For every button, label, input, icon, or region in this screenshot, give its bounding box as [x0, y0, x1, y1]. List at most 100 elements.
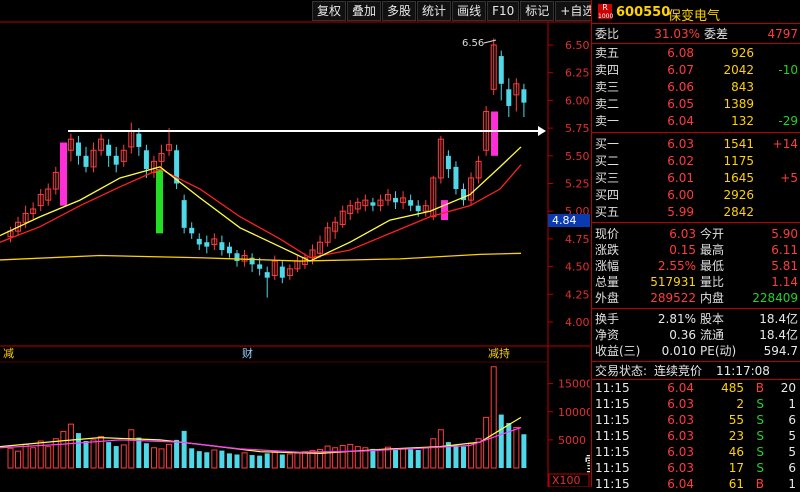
- volume-unit-label: X100: [552, 474, 581, 487]
- ask-row[interactable]: 卖一 6.04 132 -29: [592, 113, 800, 129]
- volume-bar: [166, 443, 173, 469]
- bid-row[interactable]: 买一 6.03 1541 +14: [592, 136, 800, 152]
- stock-code: 600550: [616, 5, 671, 20]
- price-tick-label: 5.75: [565, 122, 590, 135]
- quote-row: 总量 517931 量比 1.14: [595, 275, 798, 289]
- bid-row[interactable]: 买五 5.99 2842: [592, 204, 800, 220]
- volume-bar: [513, 427, 520, 469]
- volume-bar: [136, 437, 142, 468]
- stock-badge: R 1000: [598, 3, 614, 20]
- toolbar-button-0[interactable]: 复权: [312, 1, 347, 21]
- volume-bar: [150, 447, 157, 469]
- volume-bar: [286, 453, 293, 469]
- toolbar-button-3[interactable]: 统计: [417, 1, 452, 21]
- highlight-candle: [156, 169, 163, 234]
- volume-tick-label: 10000: [558, 406, 590, 419]
- current-price-marker-label: 4.84: [552, 214, 577, 227]
- toolbar-button-1[interactable]: 叠加: [347, 1, 382, 21]
- trade-row: 11:15 6.03 46 S 5: [595, 445, 796, 459]
- bid-row[interactable]: 买二 6.02 1175: [592, 153, 800, 169]
- volume-bar: [332, 447, 339, 469]
- toolbar-button-5[interactable]: F10: [487, 1, 520, 21]
- volume-bar: [324, 445, 331, 469]
- candle-body: [370, 202, 376, 206]
- volume-bar: [437, 429, 444, 469]
- watermark-text: 雪球：郑金飞霏: [584, 452, 590, 476]
- volume-bar: [106, 442, 112, 468]
- fund-row: 净资 0.36 流通 18.4亿: [595, 328, 798, 342]
- volume-bar: [83, 441, 89, 468]
- volume-bar: [211, 449, 218, 469]
- trade-row: 11:15 6.04 485 B 20: [595, 381, 796, 395]
- price-tick-label: 4.75: [565, 233, 590, 246]
- weibi-row: 委比 31.03% 委差 4797: [595, 27, 798, 41]
- kline-chart-svg[interactable]: 6.506.256.005.755.505.255.004.754.504.25…: [0, 0, 724, 488]
- volume-bar: [45, 446, 52, 469]
- candle-body: [506, 89, 512, 106]
- peak-price-label: 6.56: [462, 38, 484, 49]
- kline-chart-area[interactable]: 6.50 6.25 6.00 5.75 5.50 5.25 5.00 4.75 4.50 4.25…: [0, 0, 724, 488]
- marker-reduce-left: 减: [3, 347, 14, 360]
- ask-row[interactable]: 卖五 6.08 926: [592, 45, 800, 61]
- price-tick-label: 6.25: [565, 67, 590, 80]
- volume-bar: [204, 452, 210, 468]
- candle-body: [498, 56, 504, 84]
- volume-bar: [241, 452, 248, 469]
- volume-bar: [113, 446, 119, 468]
- volume-bar: [226, 453, 232, 468]
- candle-body: [181, 200, 187, 228]
- volume-bar: [158, 448, 165, 469]
- price-tick-label: 4.25: [565, 288, 590, 301]
- candle-body: [143, 150, 149, 170]
- toolbar-button-6[interactable]: 标记: [520, 1, 555, 21]
- toolbar-button-2[interactable]: 多股: [382, 1, 417, 21]
- volume-bar: [347, 443, 354, 469]
- price-tick-label: 5.25: [565, 178, 590, 191]
- volume-bar: [422, 447, 429, 469]
- candle-body: [106, 144, 112, 156]
- price-tick-label: 5.50: [565, 150, 590, 163]
- candle-body: [219, 242, 225, 250]
- volume-bar: [408, 449, 414, 468]
- toolbar-button-4[interactable]: 画线: [452, 1, 487, 21]
- candle-body: [196, 238, 202, 245]
- volume-bar: [264, 453, 270, 468]
- price-tick-label: 6.50: [565, 39, 590, 52]
- quote-panel: R 1000 600550 保变电气 委比 31.03% 委差 4797 卖五 6.…: [591, 0, 800, 491]
- candle-body: [226, 246, 232, 254]
- volume-tick-label: 5000: [558, 434, 586, 447]
- stock-name: 保变电气: [668, 9, 721, 24]
- volume-bar: [468, 442, 475, 469]
- ma-long-line: [0, 252, 522, 262]
- volume-bar: [120, 444, 127, 469]
- price-tick-label: 4.00: [565, 316, 590, 329]
- volume-bar: [22, 443, 29, 469]
- volume-bar: [461, 446, 466, 468]
- volume-bar: [279, 454, 285, 468]
- volume-bar: [30, 447, 37, 469]
- candle-body: [264, 272, 270, 278]
- candle-body: [204, 242, 210, 247]
- ask-row[interactable]: 卖三 6.06 843: [592, 79, 800, 95]
- volume-bar: [257, 455, 263, 468]
- candle-body: [415, 205, 421, 212]
- candle-body: [83, 155, 89, 167]
- candle-body: [279, 266, 285, 278]
- volume-bar: [490, 366, 497, 469]
- volume-bar: [415, 450, 421, 468]
- volume-bar: [430, 438, 437, 469]
- volume-bar: [15, 450, 22, 469]
- volume-bar: [301, 451, 308, 469]
- volume-bar: [174, 439, 180, 468]
- trade-row: 11:15 6.03 2 S 1: [595, 397, 796, 411]
- bid-row[interactable]: 买四 6.00 2926: [592, 187, 800, 203]
- fund-row: 换手 2.81% 股本 18.4亿: [595, 312, 798, 326]
- ask-row[interactable]: 卖四 6.07 2042 -10: [592, 62, 800, 78]
- ask-row[interactable]: 卖二 6.05 1389: [592, 96, 800, 112]
- volume-bar: [498, 414, 504, 468]
- bid-row[interactable]: 买三 6.01 1645 +5: [592, 170, 800, 186]
- volume-bar: [219, 450, 225, 468]
- volume-bar: [400, 448, 407, 469]
- candle-body: [453, 166, 459, 190]
- volume-bar: [67, 423, 74, 469]
